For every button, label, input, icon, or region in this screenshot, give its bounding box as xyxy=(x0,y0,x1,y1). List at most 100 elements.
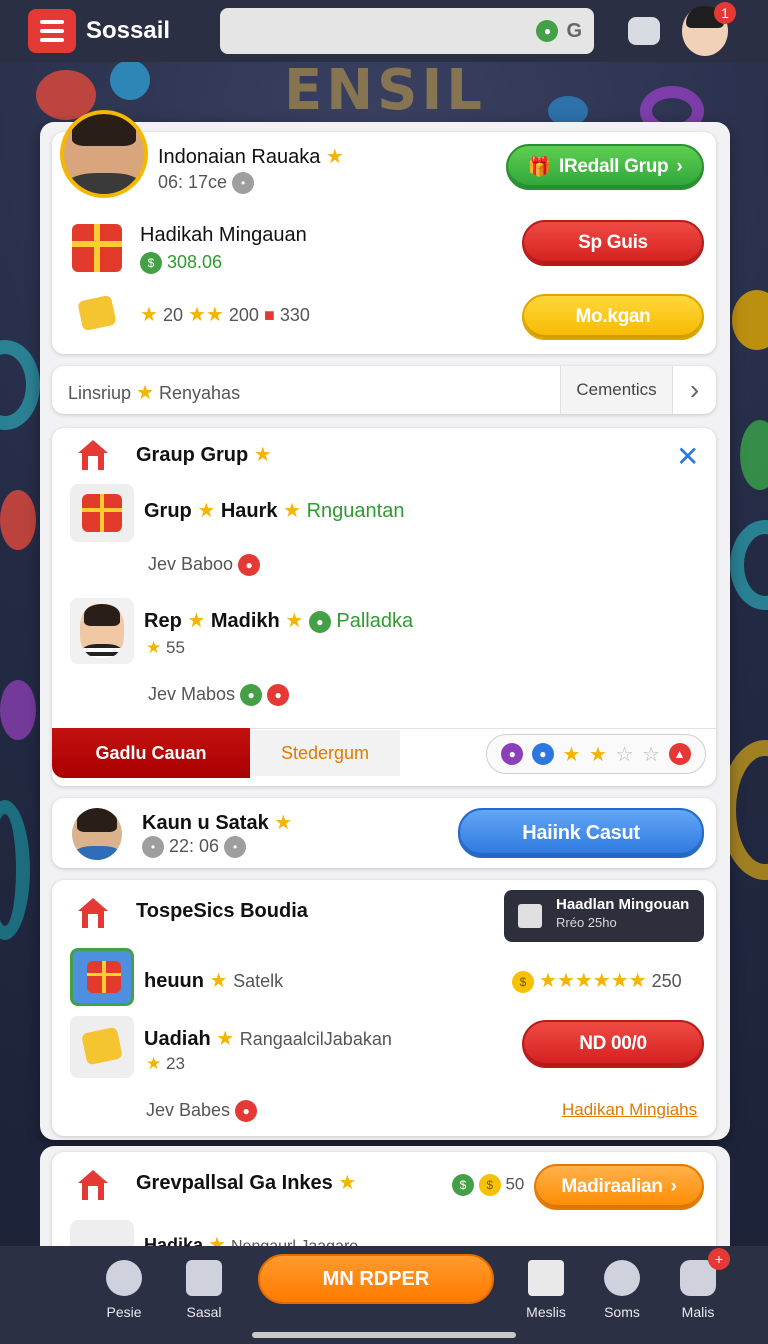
filter-row: Linsriup ★ Renyahas Cementics › xyxy=(52,366,716,414)
user-avatar[interactable] xyxy=(60,110,148,198)
chat-icon[interactable] xyxy=(628,17,660,45)
building-icon xyxy=(518,904,542,928)
nav-label: Sasal xyxy=(186,1304,222,1320)
coin-decoration xyxy=(0,490,36,550)
star-icon: ★★★★★★ xyxy=(539,970,647,992)
nav-item-pesie[interactable]: Pesie xyxy=(84,1260,164,1320)
group2-button[interactable]: Madiraalian › xyxy=(534,1164,704,1210)
user-time: 22: 06 xyxy=(169,836,220,856)
coin-decoration xyxy=(110,60,150,100)
tab-active[interactable]: Gadlu Cauan xyxy=(52,728,250,778)
chat-icon: + xyxy=(680,1248,730,1296)
ring-decoration xyxy=(730,520,768,610)
stat-a: 20 xyxy=(162,305,183,325)
user-tile xyxy=(70,598,134,664)
star-icon: ★ xyxy=(589,743,607,766)
profile-avatar[interactable]: 1 xyxy=(682,2,736,56)
recall-group-label: IRedall Grup xyxy=(558,156,669,177)
nav-label: Meslis xyxy=(526,1304,566,1320)
rating-pill[interactable]: ● ● ★ ★ ☆ ☆ ▲ xyxy=(486,734,706,774)
home-icon xyxy=(74,436,112,474)
chevron-right-icon[interactable]: › xyxy=(672,366,716,414)
row2-stars: 55 xyxy=(165,638,185,657)
microphone-icon[interactable]: ● xyxy=(536,20,559,42)
row2-b: Madikh xyxy=(210,610,280,632)
star-icon: ★ xyxy=(146,638,162,657)
badge-icon: ▲ xyxy=(668,743,691,765)
child-avatar[interactable] xyxy=(80,604,124,658)
coin-decoration xyxy=(732,290,768,350)
spin-button[interactable]: Sp Guis xyxy=(522,220,704,266)
gift-small-icon: ■ xyxy=(263,305,275,325)
stat-c: 330 xyxy=(279,305,310,325)
tab-inactive[interactable]: Stedergum xyxy=(250,730,400,776)
recall-group-button[interactable]: 🎁 IRedall Grup › xyxy=(506,144,704,190)
star-icon: ★ xyxy=(283,500,302,522)
claim-button[interactable]: Mo.kgan xyxy=(522,294,704,340)
star-icon: ★★ xyxy=(188,304,224,326)
tab-comments[interactable]: Cementics xyxy=(560,366,672,414)
profile-name: Indonaian Rauaka xyxy=(158,146,321,168)
box-tile xyxy=(70,1016,134,1078)
gift-tile-selected[interactable] xyxy=(70,948,134,1006)
nav-item-soms[interactable]: Soms xyxy=(582,1260,662,1320)
info-icon: • xyxy=(224,836,247,859)
grape-icon: ● xyxy=(501,743,524,765)
weekly-tag[interactable]: Haadlan Mingouan Rréo 25ho xyxy=(504,890,704,942)
badge-icon: ● xyxy=(531,743,554,765)
profile-time: 06: 17ce xyxy=(158,172,228,192)
ring-decoration xyxy=(0,340,40,430)
group-title: Graup Grup xyxy=(136,444,249,466)
row2-action-button[interactable]: ND 00/0 xyxy=(522,1020,704,1068)
row1-c[interactable]: Rnguantan xyxy=(307,500,405,522)
coin-icon: $ xyxy=(140,252,162,275)
nav-item-malis[interactable]: + Malis xyxy=(658,1248,738,1320)
bottom-navigation: Pesie Sasal MN RDPER Meslis Soms + Malis xyxy=(0,1246,768,1344)
reward-value: 308.06 xyxy=(167,252,223,272)
coin-icon: $ xyxy=(478,1174,501,1196)
footer-left: Jev Babes xyxy=(146,1100,231,1120)
home-indicator[interactable] xyxy=(252,1332,516,1338)
row1-value: 250 xyxy=(651,971,682,991)
footer-link[interactable]: Hadikan Mingiahs xyxy=(562,1100,697,1120)
search-icon xyxy=(106,1260,142,1296)
coin-decoration xyxy=(740,420,768,490)
status-icon: ● xyxy=(308,610,331,633)
nav-item-sasal[interactable]: Sasal xyxy=(164,1260,244,1320)
row1-a: Grup xyxy=(144,500,192,522)
stat-b: 200 xyxy=(228,305,259,325)
user-name: Kaun u Satak xyxy=(142,812,269,834)
nav-item-meslis[interactable]: Meslis xyxy=(506,1260,586,1320)
user-avatar[interactable] xyxy=(72,808,122,860)
star-icon: ★ xyxy=(285,610,304,632)
star-icon: ★ xyxy=(562,743,581,766)
filter-left[interactable]: Linsriup xyxy=(68,383,131,403)
row1-b: Haurk xyxy=(220,500,278,522)
row2-label: Uadiah xyxy=(144,1028,211,1050)
row2-c[interactable]: Palladka xyxy=(336,610,413,632)
search-input[interactable]: ● G xyxy=(220,8,594,54)
user-action-button[interactable]: Haiink Casut xyxy=(458,808,704,858)
chevron-right-icon: › xyxy=(676,156,683,177)
clock-icon: • xyxy=(232,172,255,195)
star-icon: ★ xyxy=(140,304,158,326)
topspec-title: TospeSics Boudia xyxy=(136,900,308,922)
menu-icon[interactable] xyxy=(28,9,76,53)
coin-icon: $ xyxy=(452,1174,474,1196)
home-icon xyxy=(74,894,112,932)
nav-center-button[interactable]: MN RDPER xyxy=(258,1254,494,1304)
close-icon[interactable]: ✕ xyxy=(676,440,699,473)
coin-icon: $ xyxy=(512,971,534,994)
star-icon: ★ xyxy=(216,1028,235,1050)
search-provider-icon: G xyxy=(566,19,582,42)
row2-stars: 23 xyxy=(165,1054,185,1073)
filter-middle[interactable]: Renyahas xyxy=(159,383,240,403)
star-icon: ★ xyxy=(325,146,344,168)
profile-card: Indonaian Rauaka ★ 06: 17ce • 🎁 IRedall … xyxy=(52,110,716,354)
star-icon: ★ xyxy=(253,444,272,466)
banner-title: ENSIL xyxy=(284,58,486,123)
notification-badge: 1 xyxy=(714,2,736,24)
nav-label: Soms xyxy=(604,1304,640,1320)
user-card: Kaun u Satak ★ • 22: 06 • Haiink Casut xyxy=(52,798,716,868)
badge-icon: ● xyxy=(238,554,261,577)
